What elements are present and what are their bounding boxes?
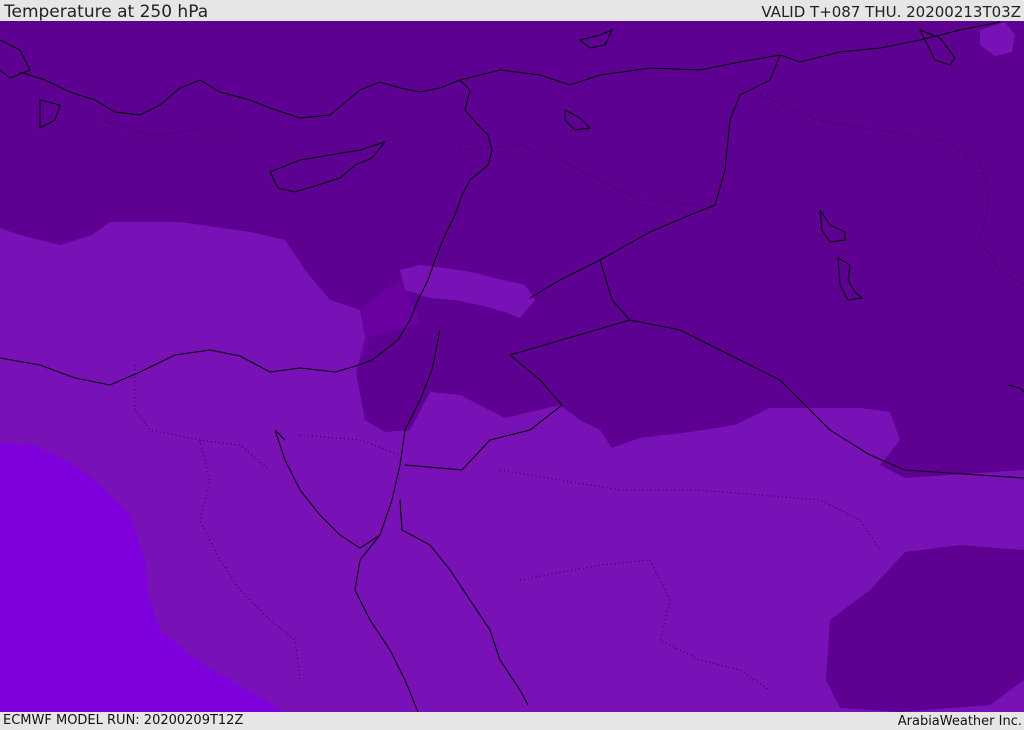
credit-label: ArabiaWeather Inc. bbox=[897, 714, 1022, 729]
temperature-map bbox=[0, 21, 1024, 712]
map-panel[interactable] bbox=[0, 21, 1024, 712]
header-bar: Temperature at 250 hPa VALID T+087 THU. … bbox=[0, 0, 1024, 22]
map-title: Temperature at 250 hPa bbox=[4, 2, 209, 22]
valid-time: VALID T+087 THU. 20200213T03Z bbox=[761, 3, 1021, 21]
model-run-label: ECMWF MODEL RUN: 20200209T12Z bbox=[3, 713, 244, 728]
footer-bar: ECMWF MODEL RUN: 20200209T12Z ArabiaWeat… bbox=[0, 712, 1024, 729]
